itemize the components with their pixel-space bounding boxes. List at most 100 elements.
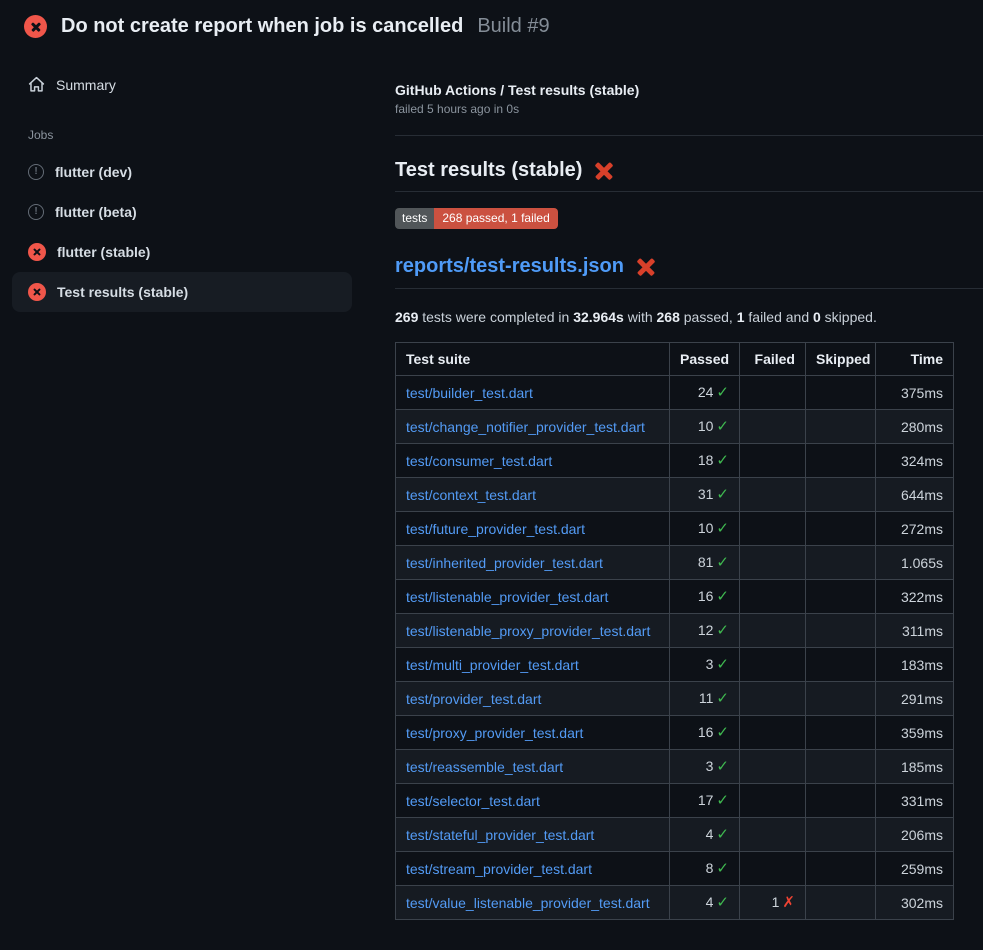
suite-link[interactable]: test/change_notifier_provider_test.dart — [406, 419, 645, 435]
suite-link[interactable]: test/stateful_provider_test.dart — [406, 827, 594, 843]
passed-cell: 12✓ — [670, 614, 740, 648]
failed-cell — [740, 750, 806, 784]
skipped-cell — [806, 410, 876, 444]
table-row: test/inherited_provider_test.dart81✓1.06… — [396, 546, 954, 580]
time-cell: 375ms — [876, 376, 954, 410]
passed-count: 4 — [706, 826, 714, 842]
passed-count: 12 — [698, 622, 714, 638]
summary-text-part: 268 — [657, 309, 680, 325]
passed-count: 8 — [706, 860, 714, 876]
failed-x-icon — [636, 257, 656, 277]
suite-link[interactable]: test/selector_test.dart — [406, 793, 540, 809]
sidebar: Summary Jobs !flutter (dev)!flutter (bet… — [0, 50, 395, 312]
check-icon: ✓ — [716, 622, 729, 639]
suite-cell: test/inherited_provider_test.dart — [396, 546, 670, 580]
run-header: Do not create report when job is cancell… — [0, 0, 983, 50]
table-row: test/consumer_test.dart18✓324ms — [396, 444, 954, 478]
suite-cell: test/listenable_proxy_provider_test.dart — [396, 614, 670, 648]
table-row: test/change_notifier_provider_test.dart1… — [396, 410, 954, 444]
cancelled-icon: ! — [28, 164, 44, 180]
sidebar-item-flutter-stable[interactable]: flutter (stable) — [12, 232, 352, 272]
table-row: test/context_test.dart31✓644ms — [396, 478, 954, 512]
time-cell: 272ms — [876, 512, 954, 546]
suite-link[interactable]: test/listenable_proxy_provider_test.dart — [406, 623, 650, 639]
suite-link[interactable]: test/future_provider_test.dart — [406, 521, 585, 537]
passed-count: 24 — [698, 384, 714, 400]
summary-text-part: 1 — [737, 309, 745, 325]
column-header-skipped: Skipped — [806, 343, 876, 376]
suite-link[interactable]: test/value_listenable_provider_test.dart — [406, 895, 650, 911]
time-cell: 331ms — [876, 784, 954, 818]
x-mark-icon: ✗ — [782, 894, 795, 911]
suite-cell: test/proxy_provider_test.dart — [396, 716, 670, 750]
suite-link[interactable]: test/reassemble_test.dart — [406, 759, 563, 775]
sidebar-item-test-results-stable[interactable]: Test results (stable) — [12, 272, 352, 312]
suite-link[interactable]: test/consumer_test.dart — [406, 453, 552, 469]
summary-text-part: 0 — [813, 309, 821, 325]
sidebar-item-label: flutter (stable) — [57, 244, 150, 260]
check-icon: ✓ — [716, 826, 729, 843]
passed-cell: 4✓ — [670, 818, 740, 852]
report-heading-row: reports/test-results.json — [395, 255, 983, 289]
suite-link[interactable]: test/provider_test.dart — [406, 691, 541, 707]
failed-cell — [740, 478, 806, 512]
sidebar-item-flutter-beta[interactable]: !flutter (beta) — [12, 192, 352, 232]
skipped-cell — [806, 784, 876, 818]
table-row: test/listenable_proxy_provider_test.dart… — [396, 614, 954, 648]
suite-link[interactable]: test/context_test.dart — [406, 487, 536, 503]
table-row: test/stream_provider_test.dart 8✓ 259ms — [396, 852, 954, 886]
check-icon: ✓ — [716, 656, 729, 673]
time-cell: 1.065s — [876, 546, 954, 580]
column-header-failed: Failed — [740, 343, 806, 376]
workflow-breadcrumb: GitHub Actions / Test results (stable) — [395, 82, 983, 98]
check-icon: ✓ — [716, 690, 729, 707]
failed-cell — [740, 376, 806, 410]
sidebar-item-flutter-dev[interactable]: ! flutter (dev) — [12, 152, 352, 192]
report-file-link[interactable]: reports/test-results.json — [395, 255, 624, 278]
sidebar-item-summary[interactable]: Summary — [0, 68, 395, 101]
summary-text-part: tests were completed in — [418, 309, 573, 325]
failed-cell — [740, 546, 806, 580]
section-heading-row: Test results (stable) — [395, 159, 983, 192]
summary-text-part: skipped. — [821, 309, 877, 325]
skipped-cell — [806, 852, 876, 886]
passed-cell: 16✓ — [670, 716, 740, 750]
suite-link[interactable]: test/multi_provider_test.dart — [406, 657, 579, 673]
x-glyph — [28, 243, 46, 261]
table-row: test/provider_test.dart11✓291ms — [396, 682, 954, 716]
check-icon: ✓ — [716, 860, 729, 877]
suite-link[interactable]: test/stream_provider_test.dart — [406, 861, 592, 877]
failed-cell — [740, 614, 806, 648]
skipped-cell — [806, 512, 876, 546]
suite-link[interactable]: test/proxy_provider_test.dart — [406, 725, 583, 741]
failed-cell — [740, 512, 806, 546]
main-content: GitHub Actions / Test results (stable) f… — [395, 50, 983, 920]
failed-cell — [740, 580, 806, 614]
sidebar-item-label: flutter (dev) — [55, 164, 132, 180]
summary-text-part: 269 — [395, 309, 418, 325]
skipped-cell — [806, 716, 876, 750]
run-meta: failed 5 hours ago in 0s — [395, 102, 983, 116]
suite-cell: test/selector_test.dart — [396, 784, 670, 818]
run-title: Do not create report when job is cancell… — [61, 15, 463, 38]
tests-badge: tests 268 passed, 1 failed — [395, 208, 558, 229]
suite-link[interactable]: test/inherited_provider_test.dart — [406, 555, 603, 571]
skipped-cell — [806, 444, 876, 478]
table-row: test/listenable_provider_test.dart16✓322… — [396, 580, 954, 614]
suite-link[interactable]: test/builder_test.dart — [406, 385, 533, 401]
failed-x-circle-icon — [28, 283, 46, 301]
summary-text-part: passed, — [680, 309, 737, 325]
sidebar-summary-label: Summary — [56, 77, 116, 93]
check-icon: ✓ — [716, 418, 729, 435]
suite-link[interactable]: test/listenable_provider_test.dart — [406, 589, 608, 605]
check-icon: ✓ — [716, 520, 729, 537]
suite-cell: test/provider_test.dart — [396, 682, 670, 716]
passed-cell: 10✓ — [670, 512, 740, 546]
time-cell: 359ms — [876, 716, 954, 750]
table-row: test/reassemble_test.dart3✓185ms — [396, 750, 954, 784]
time-cell: 259ms — [876, 852, 954, 886]
passed-count: 10 — [698, 520, 714, 536]
failed-cell — [740, 818, 806, 852]
suite-cell: test/reassemble_test.dart — [396, 750, 670, 784]
skipped-cell — [806, 376, 876, 410]
